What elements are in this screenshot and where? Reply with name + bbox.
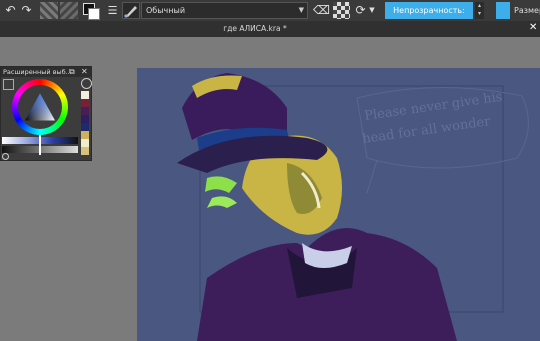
history-swatch[interactable] <box>81 91 89 99</box>
slider-handle[interactable] <box>39 135 41 155</box>
pattern-preset-button[interactable] <box>60 2 78 19</box>
advanced-color-selector-docker: Расширенный выб... ⧉ ✕ <box>0 66 92 161</box>
document-tab-bar: где АЛИСА.kra * ✕ <box>0 21 540 37</box>
redo-button[interactable]: ↷ <box>18 2 35 19</box>
docker-title-bar: Расширенный выб... ⧉ ✕ <box>1 67 91 77</box>
blend-mode-select[interactable]: Обычный ▼ <box>141 2 308 19</box>
history-swatch[interactable] <box>81 147 89 155</box>
docker-title: Расширенный выб... <box>3 68 72 76</box>
gradient-preset-button[interactable] <box>40 2 58 19</box>
eraser-button[interactable]: ⌫ <box>313 2 330 19</box>
close-document-button[interactable]: ✕ <box>529 22 537 33</box>
reload-menu-button[interactable]: ▼ <box>367 2 377 19</box>
background-color-swatch <box>88 8 100 20</box>
size-label: Размер: <box>511 2 540 19</box>
main-toolbar: ↶ ↷ ☰ Обычный ▼ ⌫ ⟳ ▼ Непрозрачность: 10… <box>0 0 540 32</box>
reset-icon[interactable] <box>2 153 9 160</box>
history-swatch[interactable] <box>81 139 89 147</box>
history-swatch[interactable] <box>81 123 89 131</box>
opacity-slider[interactable]: Непрозрачность: 100% <box>385 2 473 32</box>
color-history <box>81 91 89 155</box>
blend-mode-value: Обычный <box>146 6 186 15</box>
undo-button[interactable]: ↶ <box>2 2 19 19</box>
document-title: где АЛИСА.kra * <box>223 24 287 33</box>
painting-canvas[interactable]: Please never give his head for all wonde… <box>137 68 540 341</box>
history-swatch[interactable] <box>81 131 89 139</box>
color-selector-button[interactable] <box>82 2 100 20</box>
history-swatch[interactable] <box>81 107 89 115</box>
close-docker-icon[interactable]: ✕ <box>81 67 88 76</box>
eraser-icon: ⌫ <box>313 3 330 17</box>
document-tab[interactable]: где АЛИСА.kra * <box>200 24 310 33</box>
chevron-down-icon: ▼ <box>369 6 375 14</box>
size-swatch <box>496 2 510 19</box>
disable-icon[interactable] <box>81 78 92 89</box>
history-swatch[interactable] <box>81 115 89 123</box>
redo-icon: ↷ <box>21 3 32 17</box>
reload-icon: ⟳ <box>355 3 366 17</box>
undo-icon: ↶ <box>5 3 16 17</box>
brush-preset-button[interactable] <box>122 2 140 19</box>
list-icon: ☰ <box>107 4 118 17</box>
hue-ring[interactable] <box>12 79 68 135</box>
brush-icon <box>124 6 137 18</box>
opacity-stepper[interactable]: ▴ ▾ <box>475 2 484 19</box>
settings-icon[interactable] <box>3 79 14 90</box>
alpha-lock-button[interactable] <box>333 2 350 19</box>
history-swatch[interactable] <box>81 99 89 107</box>
painting-artwork: Please never give his head for all wonde… <box>137 68 540 341</box>
close-icon: ✕ <box>529 22 538 33</box>
brush-editor-button[interactable]: ☰ <box>104 2 121 19</box>
float-docker-icon[interactable]: ⧉ <box>69 67 75 77</box>
chevron-down-icon: ▼ <box>298 6 304 14</box>
